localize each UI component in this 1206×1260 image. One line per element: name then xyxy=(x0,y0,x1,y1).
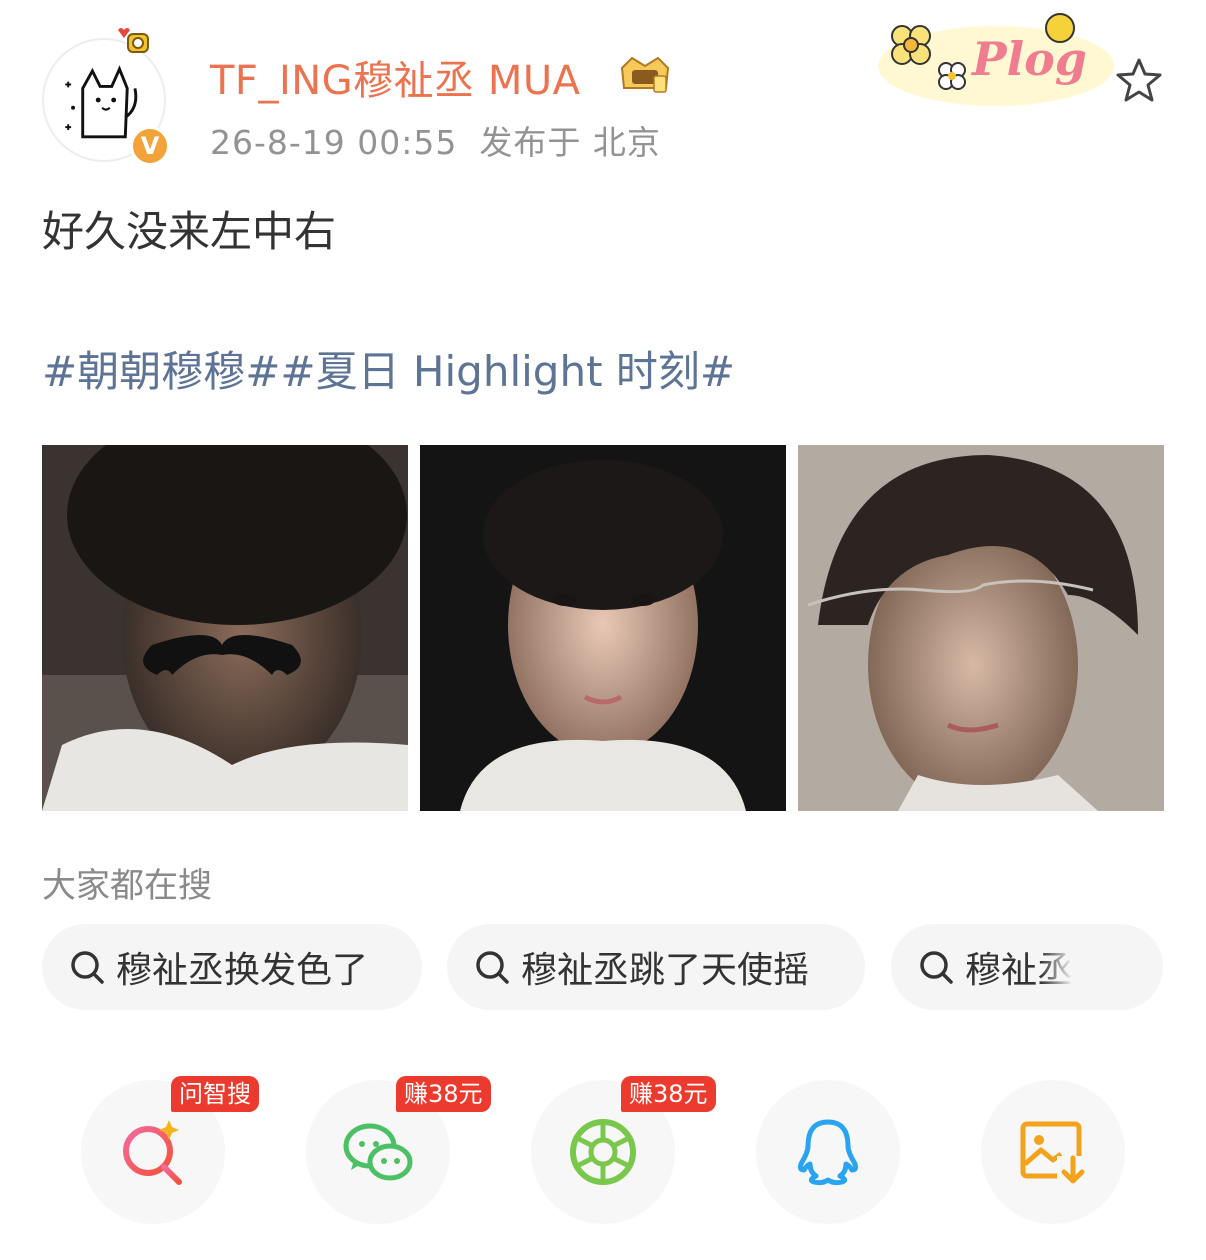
search-icon xyxy=(476,951,509,984)
search-chip[interactable]: 穆祉丞跳了天使摇 xyxy=(447,924,865,1010)
verified-badge: V xyxy=(130,126,170,166)
post-time: 26-8-19 00:55 xyxy=(210,123,458,162)
search-chip[interactable]: 穆祉丞换发色了 xyxy=(42,924,422,1010)
search-chip-label: 穆祉丞 xyxy=(965,950,1074,991)
post-location: 发布于 北京 xyxy=(479,123,661,162)
search-icon xyxy=(920,951,953,984)
portrait-photo-mustache xyxy=(42,445,408,811)
ai-search-badge: 问智搜 xyxy=(171,1076,259,1112)
hashtag-link[interactable]: #朝朝穆穆# xyxy=(42,347,280,396)
qq-share-button[interactable] xyxy=(756,1080,900,1224)
favorite-star-icon[interactable] xyxy=(1112,54,1166,108)
wechat-reward-badge: 赚38元 xyxy=(396,1076,491,1112)
save-image-icon xyxy=(1020,1121,1087,1186)
post-photo-1[interactable] xyxy=(42,445,408,811)
save-image-button[interactable] xyxy=(981,1080,1125,1224)
qq-icon xyxy=(797,1119,859,1186)
ai-search-icon xyxy=(123,1120,182,1185)
portrait-photo-glasses xyxy=(798,445,1164,811)
hashtag-link[interactable]: #夏日 Highlight 时刻# xyxy=(280,347,735,396)
post-photo-3[interactable] xyxy=(798,445,1164,811)
post-meta: 26-8-19 00:55 发布于 北京 xyxy=(210,116,661,164)
search-chip-label: 穆祉丞换发色了 xyxy=(116,950,369,991)
sticker-icon xyxy=(118,28,149,53)
username[interactable]: TF_ING穆祉丞 MUA xyxy=(210,48,581,106)
post-tags: #朝朝穆穆##夏日 Highlight 时刻# xyxy=(42,338,735,399)
wechat-icon xyxy=(343,1123,413,1181)
moments-reward-badge: 赚38元 xyxy=(621,1076,716,1112)
plog-text: Plog xyxy=(972,32,1087,86)
plog-sticker: Plog xyxy=(876,6,1116,110)
search-chip[interactable]: 穆祉丞 xyxy=(891,924,1163,1010)
search-icon xyxy=(71,951,104,984)
post-text: 好久没来左中右 xyxy=(42,207,337,256)
post-photo-2[interactable] xyxy=(420,445,786,811)
crown-badge-icon[interactable] xyxy=(614,50,676,96)
portrait-photo-front xyxy=(420,445,786,811)
search-chip-label: 穆祉丞跳了天使摇 xyxy=(521,950,810,991)
trending-search-title: 大家都在搜 xyxy=(42,866,212,906)
moments-icon xyxy=(570,1119,636,1185)
